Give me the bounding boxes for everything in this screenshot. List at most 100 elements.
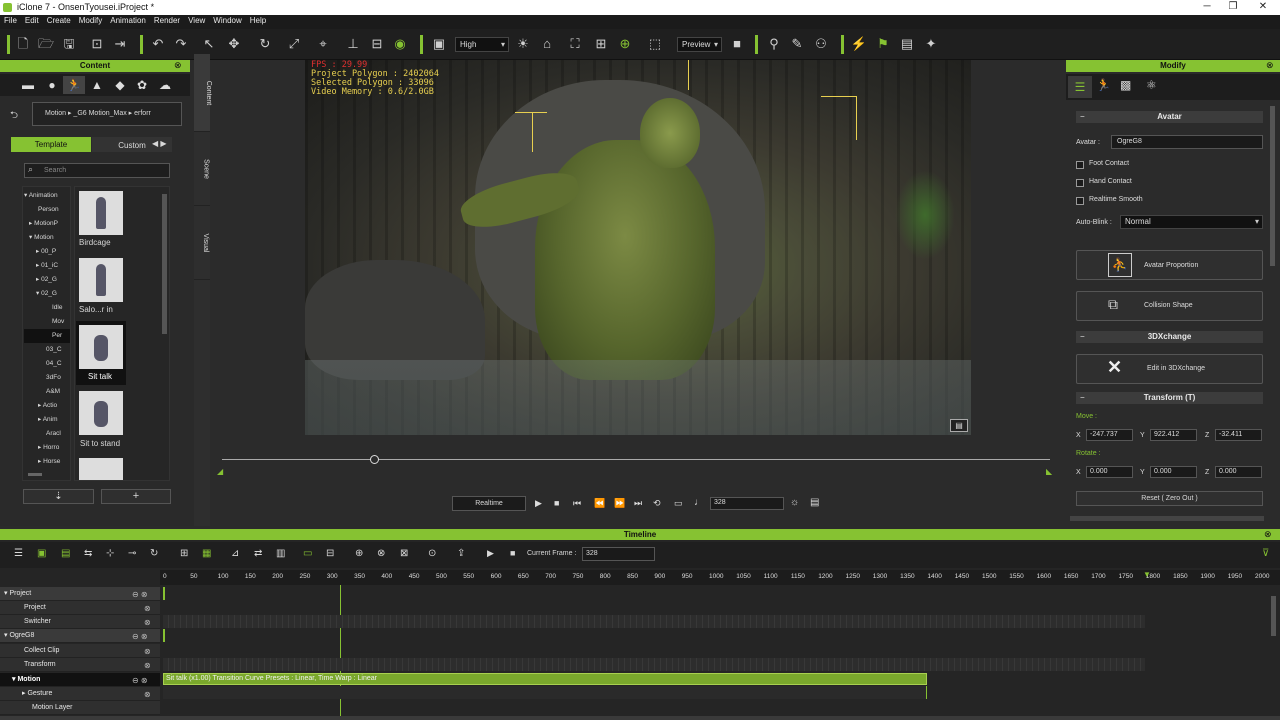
tree-item[interactable]: A&M	[24, 385, 70, 399]
align-keys-icon[interactable]: ⊿	[231, 548, 239, 559]
prev-frame-icon[interactable]: ⏪	[594, 498, 605, 509]
track-options-icon[interactable]: ⊖ ⊗	[132, 632, 148, 641]
auto-blink-dropdown[interactable]: Normal	[1120, 215, 1263, 229]
key-marker[interactable]	[163, 587, 165, 600]
viewport-info-icon[interactable]: ▤	[950, 419, 968, 432]
menu-edit[interactable]: Edit	[21, 15, 43, 25]
ik-icon[interactable]: ⚲	[765, 35, 783, 53]
track-row-gesture[interactable]: ▸ Gesture	[0, 687, 160, 701]
timeline-vscrollbar[interactable]	[1271, 596, 1276, 636]
curve-icon[interactable]: ▥	[276, 548, 285, 559]
last-frame-icon[interactable]: ⏭	[634, 498, 642, 509]
add-button[interactable]: +	[101, 489, 171, 504]
tree-item[interactable]: ▸ 02_G	[24, 273, 70, 287]
tree-item[interactable]: 3dFo	[24, 371, 70, 385]
actor-tab-icon[interactable]: ●	[41, 76, 63, 94]
add-key-icon[interactable]: ⊹	[106, 548, 114, 559]
time-slider-handle[interactable]	[370, 455, 379, 464]
tree-item[interactable]: 04_C	[24, 357, 70, 371]
modify-scrollbar[interactable]	[1270, 106, 1275, 266]
script-icon[interactable]: ▤	[898, 35, 916, 53]
tree-item[interactable]: ▸ 01_iC	[24, 259, 70, 273]
motion-thumbnail[interactable]	[79, 458, 123, 480]
move-tool-icon[interactable]: ✥	[225, 35, 243, 53]
camera-switch-icon[interactable]: ⊙	[428, 548, 436, 559]
3d-viewport[interactable]: FPS : 29.99 Project Polygon : 2402064 Se…	[305, 60, 971, 435]
playhead[interactable]	[340, 585, 341, 720]
loop-clip-icon[interactable]: ↻	[150, 548, 158, 559]
audio-note-icon[interactable]: ♩	[694, 497, 704, 508]
track-options-icon[interactable]: ⊖ ⊗	[132, 676, 148, 685]
scale-tool-icon[interactable]: ⤢	[285, 35, 303, 53]
track-remove-icon[interactable]: ⊗	[144, 647, 151, 656]
flatten-icon[interactable]: ▦	[202, 548, 211, 559]
frame-select-icon[interactable]: ⬚	[646, 35, 664, 53]
playback-mode-dropdown[interactable]: Realtime	[452, 496, 526, 511]
timeline-hscrollbar[interactable]	[0, 716, 1280, 720]
frame-number-input[interactable]: 328	[710, 497, 784, 510]
breadcrumb-item[interactable]: erforr	[134, 110, 151, 117]
menu-animation[interactable]: Animation	[106, 15, 150, 25]
range-icon[interactable]: ⊟	[326, 548, 334, 559]
timeline-filter-icon[interactable]: ⊽	[1262, 548, 1269, 559]
tab-scroll-arrows-icon[interactable]: ◀ ▶	[152, 139, 167, 148]
break-clip-icon[interactable]: ⊞	[180, 548, 188, 559]
remove-key-icon[interactable]: ⊸	[128, 548, 136, 559]
download-button[interactable]: ⇣	[23, 489, 94, 504]
puppet-icon[interactable]: ✎	[788, 35, 806, 53]
track-row-collect-clip[interactable]: Collect Clip	[0, 644, 160, 658]
mocap-icon[interactable]: ⚡	[850, 35, 868, 53]
menu-file[interactable]: File	[0, 15, 21, 25]
motion-thumbnail[interactable]	[79, 391, 123, 435]
tree-item[interactable]: Aracl	[24, 427, 70, 441]
export-icon[interactable]: ⇥	[111, 35, 129, 53]
attribute-tab-icon[interactable]: ☰	[1068, 76, 1092, 98]
gesture-track[interactable]	[163, 686, 927, 699]
project-tab-icon[interactable]: ▬	[17, 76, 39, 94]
display-mode-icon[interactable]: ▣	[430, 35, 448, 53]
tree-item[interactable]: Idle	[24, 301, 70, 315]
flag-icon[interactable]: ⚑	[874, 35, 892, 53]
track-row-motion-layer[interactable]: Motion Layer	[0, 701, 160, 715]
animation-tab-icon[interactable]: 🏃	[63, 76, 85, 94]
menu-render[interactable]: Render	[150, 15, 184, 25]
open-folder-icon[interactable]: 🗁	[37, 35, 55, 53]
range-end-flag-icon[interactable]: ▼	[1143, 570, 1151, 579]
camera-fit-icon[interactable]: ⛶	[566, 35, 584, 53]
maximize-button[interactable]: ❐	[1216, 0, 1250, 15]
split-icon[interactable]: ⊠	[400, 548, 408, 559]
tree-item[interactable]: Per	[24, 329, 70, 343]
tree-item[interactable]: ▾ Animation	[24, 189, 70, 203]
tree-item[interactable]: ▸ Anim	[24, 413, 70, 427]
time-slider-track[interactable]	[222, 459, 1050, 460]
move-y-input[interactable]: 922.412	[1150, 429, 1197, 441]
close-button[interactable]: ✕	[1246, 0, 1280, 15]
first-frame-icon[interactable]: ⏮	[573, 498, 581, 509]
track-remove-icon[interactable]: ⊗	[144, 690, 151, 699]
tree-item[interactable]: Person	[24, 203, 70, 217]
rotate-tool-icon[interactable]: ↻	[256, 35, 274, 53]
new-file-icon[interactable]: 🗋	[14, 35, 32, 53]
breadcrumb-item[interactable]: Motion	[45, 110, 66, 117]
transition-icon[interactable]: ⇄	[254, 548, 262, 559]
subtitle-icon[interactable]: ▭	[674, 498, 683, 509]
range-end-marker-icon[interactable]: ◣	[1046, 467, 1052, 476]
redo-icon[interactable]: ↷	[172, 35, 190, 53]
export-clip-icon[interactable]: ⇪	[457, 548, 465, 559]
tree-item[interactable]: ▸ 00_P	[24, 245, 70, 259]
track-row-switcher[interactable]: Switcher	[0, 615, 160, 629]
tab-template[interactable]: Template	[11, 137, 91, 152]
tree-item[interactable]: ▸ Horse	[24, 455, 70, 469]
track-remove-icon[interactable]: ⊗	[144, 604, 151, 613]
render-mode-dropdown[interactable]: Preview	[677, 37, 722, 52]
key-marker[interactable]	[163, 629, 165, 642]
menu-create[interactable]: Create	[43, 15, 75, 25]
collapse-icon[interactable]: ⇆	[84, 548, 92, 559]
move-x-input[interactable]: -247.737	[1086, 429, 1133, 441]
track-remove-icon[interactable]: ⊗	[144, 661, 151, 670]
search-input[interactable]: Search	[24, 163, 170, 178]
tree-item[interactable]: ▸ Actio	[24, 399, 70, 413]
home-camera-icon[interactable]: ⌂	[538, 35, 556, 53]
motion-thumbnail[interactable]	[79, 258, 123, 302]
rotate-y-input[interactable]: 0.000	[1150, 466, 1197, 478]
